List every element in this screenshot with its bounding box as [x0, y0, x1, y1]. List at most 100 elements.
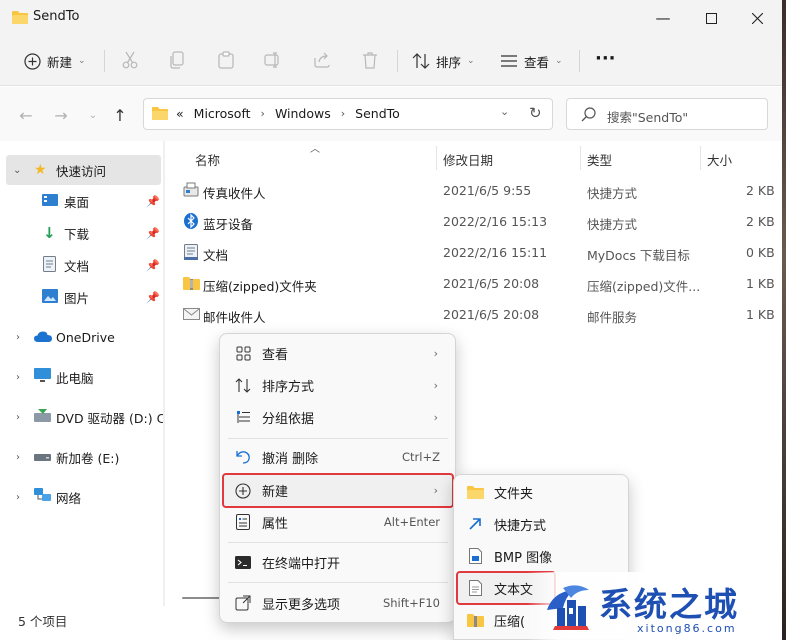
column-header-type[interactable]: 类型: [587, 150, 612, 169]
menu-item-label: 新建: [262, 485, 289, 500]
menu-item-sort-by[interactable]: 排序方式 ›: [224, 370, 452, 400]
breadcrumb-item[interactable]: SendTo: [355, 106, 400, 121]
document-icon: [43, 255, 56, 275]
context-menu: 查看 › 排序方式 › 分组依据 › 撤消 删除 Ctrl+Z 新建 › 属性: [219, 333, 456, 623]
file-name: 蓝牙设备: [203, 217, 254, 232]
column-header-size[interactable]: 大小: [707, 150, 732, 169]
pin-icon[interactable]: 📌: [146, 227, 160, 240]
copy-button[interactable]: [168, 50, 188, 70]
sidebar-item-pictures[interactable]: 图片 📌: [0, 282, 165, 312]
back-button[interactable]: ←: [17, 106, 35, 125]
menu-item-view[interactable]: 查看 ›: [224, 338, 452, 368]
properties-icon: [234, 513, 252, 531]
pin-icon[interactable]: 📌: [146, 195, 160, 208]
sidebar-item-quick-access[interactable]: ⌄ ★ 快速访问: [6, 155, 161, 185]
horizontal-scrollbar[interactable]: [182, 597, 222, 599]
menu-item-undo-delete[interactable]: 撤消 删除 Ctrl+Z: [224, 442, 452, 472]
menu-item-new[interactable]: 新建 ›: [222, 473, 454, 508]
up-button[interactable]: ↑: [111, 105, 129, 125]
menu-item-show-more-options[interactable]: 显示更多选项 Shift+F10: [224, 588, 452, 618]
address-bar[interactable]: « Microsoft › Windows › SendTo ⌄ ↻: [143, 98, 553, 130]
menu-item-group-by[interactable]: 分组依据 ›: [224, 402, 452, 432]
submenu-item-shortcut[interactable]: 快捷方式: [458, 509, 626, 539]
file-row[interactable]: 传真收件人 2021/6/5 9:55 快捷方式 2 KB: [166, 175, 782, 206]
folder-icon: [152, 106, 168, 123]
sidebar-item-downloads[interactable]: ↓ 下载 📌: [0, 218, 165, 248]
column-header-name[interactable]: 名称: [195, 150, 220, 169]
pin-icon[interactable]: 📌: [146, 259, 160, 272]
sidebar-item-this-pc[interactable]: › 此电脑: [0, 362, 165, 392]
sidebar-item-label: 新加卷 (E:): [56, 450, 120, 466]
sidebar-item-desktop[interactable]: 桌面 📌: [0, 186, 165, 216]
file-date: 2021/6/5 20:08: [443, 276, 540, 291]
sidebar-item-dvd-drive[interactable]: › DVD 驱动器 (D:) CC: [0, 402, 165, 432]
maximize-button[interactable]: [688, 0, 734, 36]
forward-button[interactable]: →: [52, 106, 70, 125]
paste-button[interactable]: [216, 50, 236, 70]
sidebar-item-label: 下载: [64, 226, 90, 242]
sort-icon: [412, 53, 430, 69]
sidebar-item-label: 快速访问: [56, 163, 107, 179]
column-header-date[interactable]: 修改日期: [443, 150, 493, 169]
submenu-item-folder[interactable]: 文件夹: [458, 477, 626, 507]
sidebar-item-volume-e[interactable]: › 新加卷 (E:): [0, 442, 165, 472]
view-button[interactable]: 查看 ⌄: [500, 49, 563, 73]
refresh-icon[interactable]: ↻: [529, 104, 542, 122]
navigation-scrollbar[interactable]: [163, 141, 165, 606]
share-button[interactable]: [312, 50, 332, 70]
new-button[interactable]: 新建 ⌄: [24, 49, 86, 73]
chevron-right-icon[interactable]: ›: [341, 107, 345, 120]
arrow-up-icon: ↑: [113, 105, 127, 125]
menu-item-open-in-terminal[interactable]: 在终端中打开: [224, 547, 452, 577]
recent-locations-button[interactable]: ⌄: [84, 106, 102, 124]
chevron-down-icon[interactable]: ⌄: [500, 105, 509, 118]
file-row[interactable]: 文档 2022/2/16 15:11 MyDocs 下载目标 0 KB: [166, 237, 782, 268]
file-date: 2022/2/16 15:13: [443, 214, 548, 229]
sort-button[interactable]: 排序 ⌄: [412, 49, 475, 73]
column-divider[interactable]: [436, 146, 437, 170]
sidebar-item-onedrive[interactable]: › OneDrive: [0, 322, 165, 352]
sidebar-item-network[interactable]: › 网络: [0, 482, 165, 512]
chevron-right-icon: ›: [433, 346, 438, 360]
menu-divider: [228, 542, 448, 543]
file-row[interactable]: 压缩(zipped)文件夹 2021/6/5 20:08 压缩(zipped)文…: [166, 268, 782, 299]
delete-button[interactable]: [360, 50, 380, 70]
window-title: SendTo: [33, 9, 80, 24]
image-file-icon: [466, 547, 484, 565]
plus-circle-icon: [24, 52, 41, 70]
chevron-down-icon[interactable]: ⌄: [13, 165, 21, 176]
column-divider[interactable]: [580, 146, 581, 170]
search-placeholder: 搜索"SendTo": [607, 110, 689, 125]
submenu-item-label: 压缩(: [494, 614, 526, 630]
chevron-right-icon[interactable]: ›: [16, 452, 20, 463]
chevron-right-icon[interactable]: ›: [16, 412, 20, 423]
minimize-button[interactable]: —: [640, 0, 686, 36]
watermark: 系统之城 xitong86.com: [527, 572, 782, 640]
desktop-icon: [42, 193, 58, 209]
file-size: 2 KB: [746, 214, 775, 229]
submenu-item-bmp-image[interactable]: BMP 图像: [458, 541, 626, 571]
breadcrumb-overflow[interactable]: «: [176, 106, 184, 121]
chevron-right-icon[interactable]: ›: [16, 372, 20, 383]
pin-icon[interactable]: 📌: [146, 291, 160, 304]
search-box[interactable]: 搜索"SendTo": [566, 98, 768, 130]
chevron-right-icon[interactable]: ›: [16, 492, 20, 503]
sidebar-item-documents[interactable]: 文档 📌: [0, 250, 165, 280]
file-row[interactable]: 蓝牙设备 2022/2/16 15:13 快捷方式 2 KB: [166, 206, 782, 237]
fax-icon: [183, 182, 199, 201]
chevron-right-icon[interactable]: ›: [261, 107, 265, 120]
see-more-button[interactable]: ···: [595, 46, 616, 70]
watermark-url: xitong86.com: [637, 622, 737, 635]
breadcrumb-item[interactable]: Microsoft: [194, 106, 251, 121]
column-divider[interactable]: [700, 146, 701, 170]
close-button[interactable]: [734, 0, 780, 36]
chevron-down-icon: ⌄: [78, 56, 86, 66]
shortcut-label: Alt+Enter: [383, 515, 440, 529]
rename-button[interactable]: [263, 50, 283, 70]
breadcrumb-item[interactable]: Windows: [275, 106, 331, 121]
chevron-right-icon[interactable]: ›: [16, 332, 20, 343]
file-row[interactable]: 邮件收件人 2021/6/5 20:08 邮件服务 1 KB: [166, 299, 782, 330]
cut-button[interactable]: [120, 50, 140, 70]
sort-ascending-icon: ︿: [310, 144, 320, 155]
menu-item-properties[interactable]: 属性 Alt+Enter: [224, 507, 452, 537]
